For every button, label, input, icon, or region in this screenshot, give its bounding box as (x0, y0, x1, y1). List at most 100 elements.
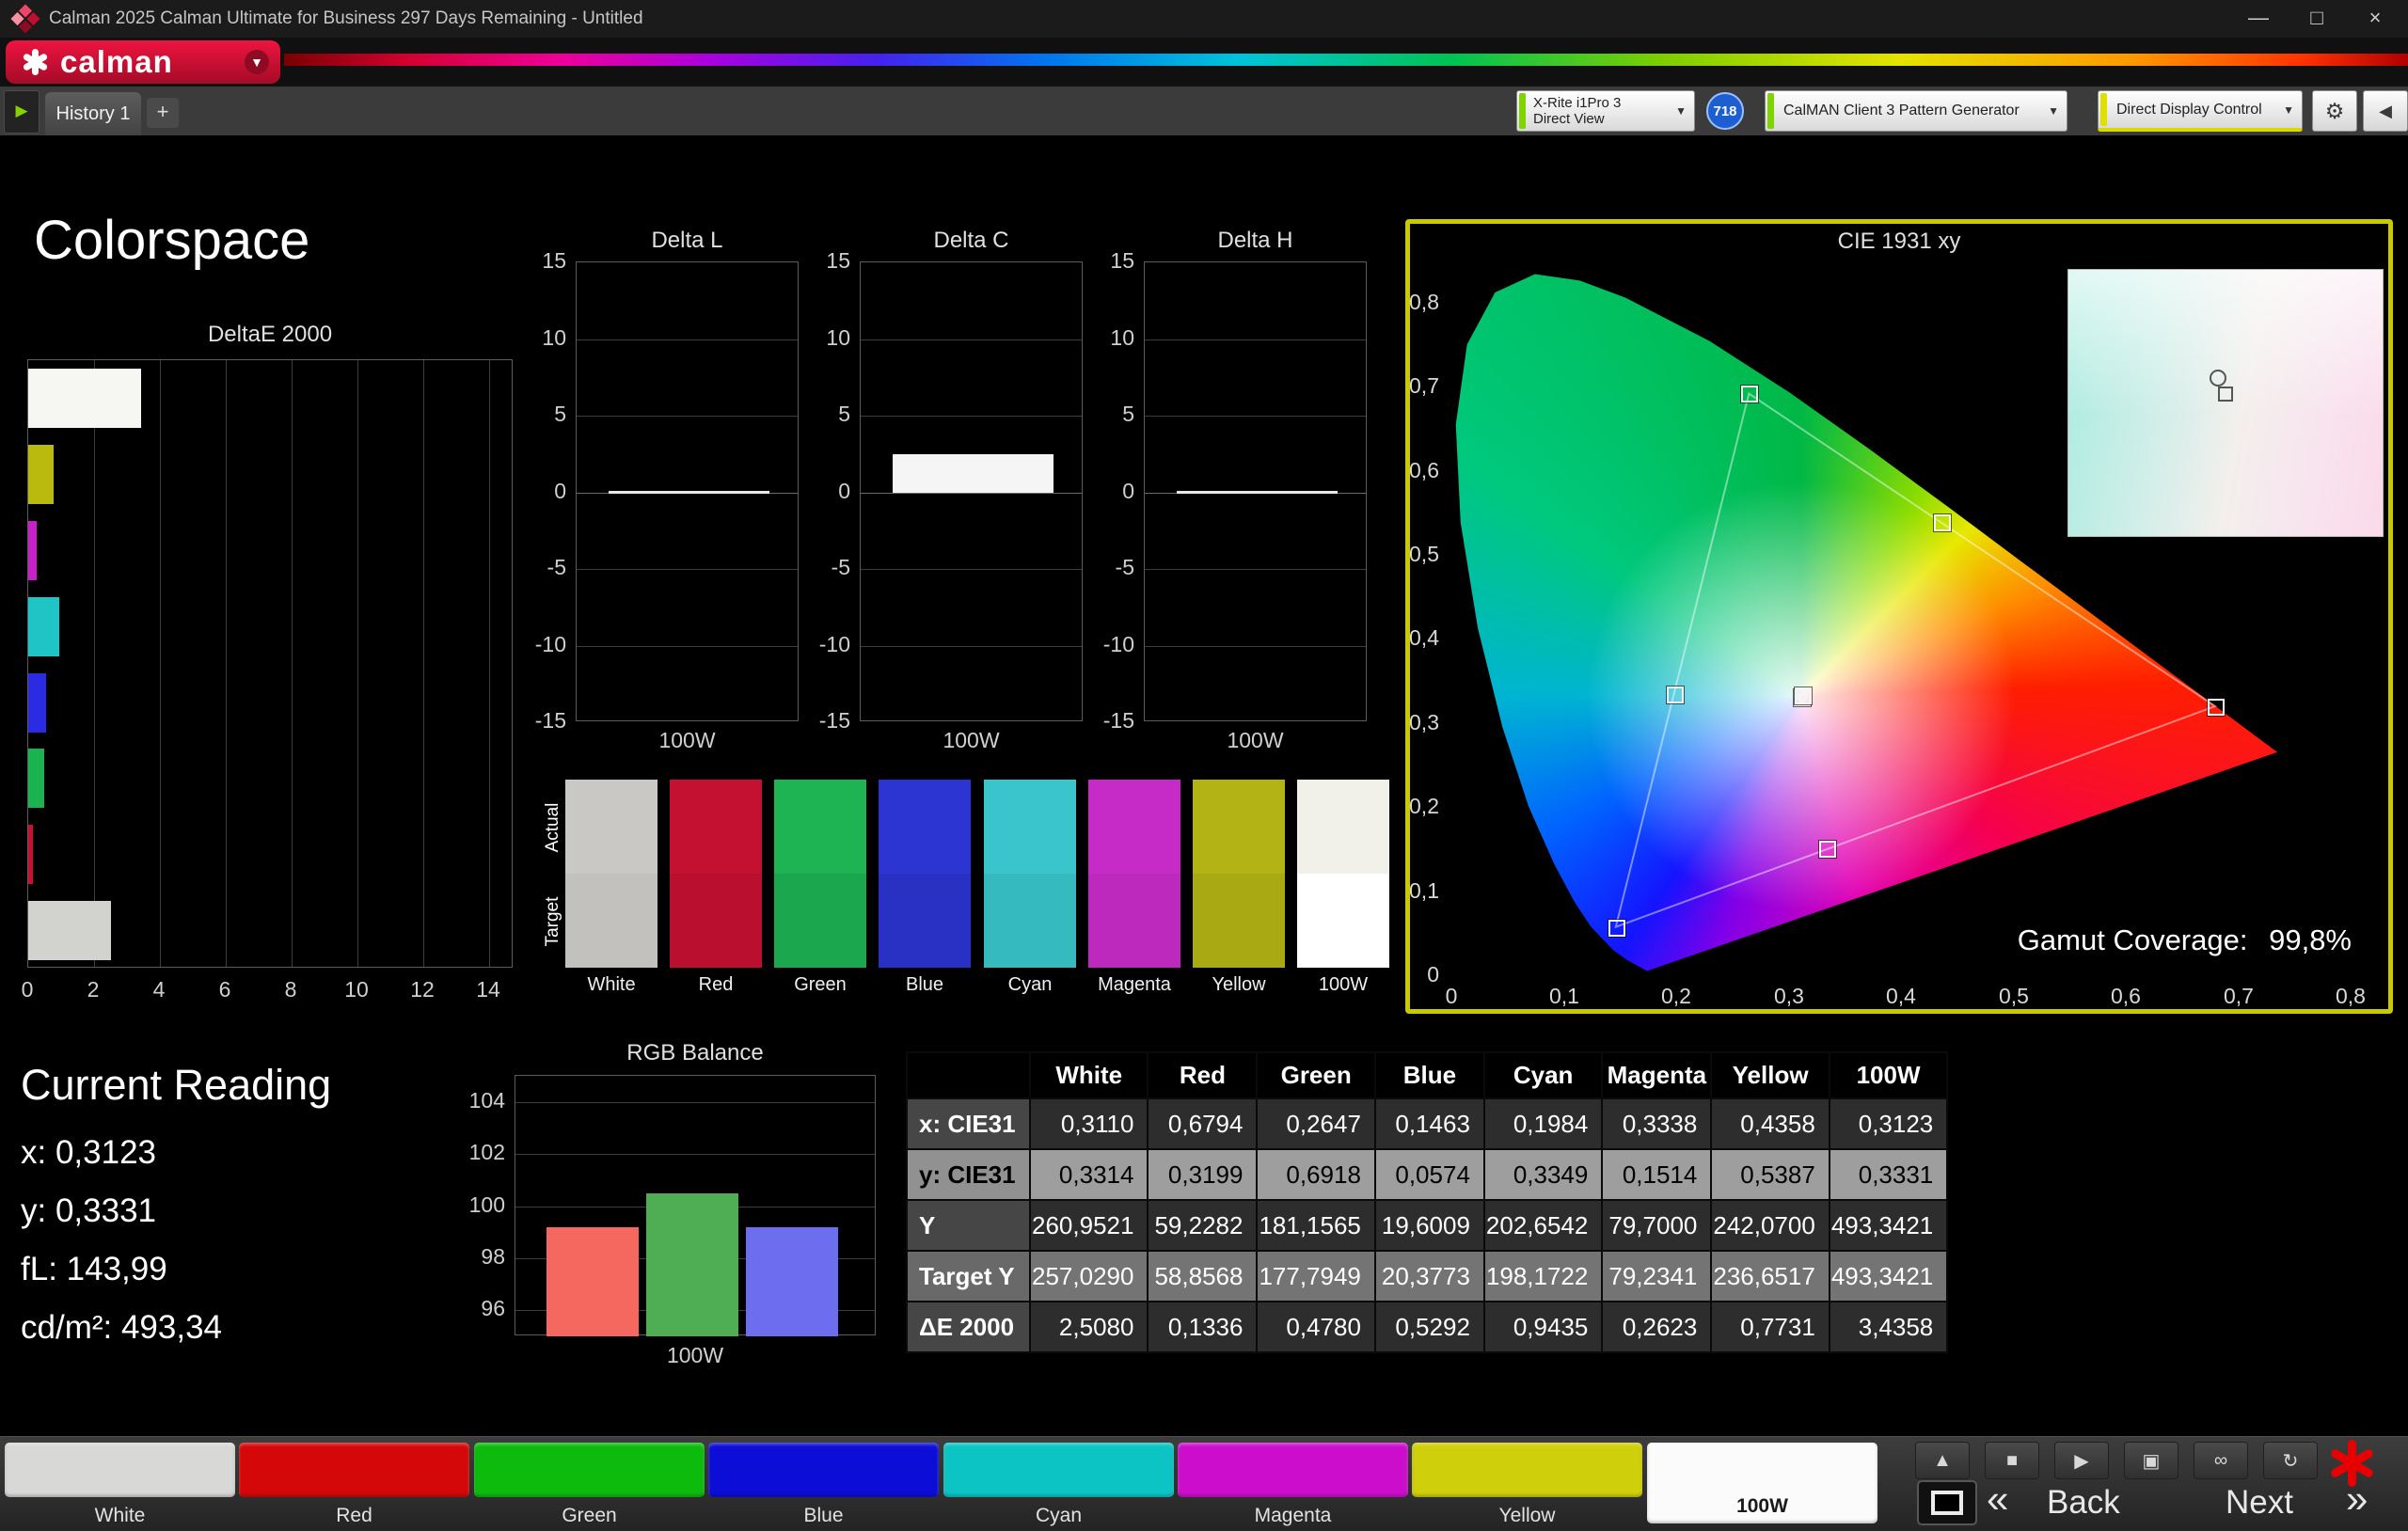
x-tick-label: 0 (7, 977, 48, 1002)
cell: 0,3199 (1148, 1149, 1257, 1200)
cell: 79,2341 (1602, 1251, 1711, 1302)
x-tick-label: 4 (138, 977, 180, 1002)
minimize-button[interactable]: — (2229, 0, 2288, 38)
back-button[interactable]: Back (2047, 1484, 2120, 1522)
table-row[interactable]: Target Y257,029058,8568177,794920,377319… (907, 1251, 1947, 1302)
swatch-label: Green (774, 974, 866, 996)
pattern-window-button[interactable] (1917, 1480, 1977, 1525)
chevron-down-icon[interactable]: ▼ (245, 50, 269, 74)
next-button[interactable]: Next (2226, 1484, 2293, 1522)
row-label: y: CIE31 (907, 1149, 1030, 1200)
x-tick-label: 8 (270, 977, 311, 1002)
link-icon: ∞ (2194, 1443, 2247, 1478)
cell: 0,1336 (1148, 1302, 1257, 1352)
patch-label: White (5, 1505, 235, 1527)
meter-profile-badge[interactable]: 718 (1706, 92, 1744, 130)
meter-dropdown[interactable]: X-Rite i1Pro 3 Direct View ▼ (1516, 90, 1695, 132)
bar-white (28, 901, 111, 960)
close-button[interactable]: × (2346, 0, 2404, 38)
gamut-triangle (1451, 269, 2373, 975)
patch-magenta-button[interactable]: Magenta (1178, 1443, 1408, 1529)
patch-label: Blue (708, 1505, 939, 1527)
refresh-button[interactable]: ↻ (2263, 1442, 2318, 1479)
cell: 257,0290 (1030, 1251, 1148, 1302)
collapse-panel-button[interactable]: ◀ (2363, 90, 2408, 132)
add-tab-button[interactable]: + (147, 98, 179, 128)
gridline (94, 360, 95, 967)
y-tick-label: 0 (1065, 479, 1134, 504)
bar-blue (28, 673, 46, 733)
settings-button[interactable]: ⚙ (2312, 90, 2357, 132)
cell: 202,6542 (1484, 1200, 1602, 1251)
link-button[interactable]: ∞ (2194, 1442, 2248, 1479)
display-control-dropdown[interactable]: Direct Display Control ▼ (2098, 90, 2303, 132)
notes-icon[interactable] (2325, 1437, 2378, 1490)
patch-red-button[interactable]: Red (239, 1443, 469, 1529)
table-row[interactable]: x: CIE310,31100,67940,26470,14630,19840,… (907, 1098, 1947, 1149)
x-tick-label: 0,8 (2313, 984, 2388, 1009)
cie-chart-title: CIE 1931 xy (1405, 229, 2393, 255)
patch-white-button[interactable]: White (5, 1443, 235, 1529)
patch-yellow-button[interactable]: Yellow (1412, 1443, 1642, 1529)
back-chevrons[interactable]: « (1987, 1476, 2008, 1522)
cell: 0,3331 (1830, 1149, 1947, 1200)
patch-100w-button[interactable]: 100W (1647, 1443, 1877, 1529)
current-reading-x: x: 0,3123 (21, 1134, 156, 1172)
stop-button[interactable]: ■ (1985, 1442, 2039, 1479)
cell: 260,9521 (1030, 1200, 1148, 1251)
patch-swatch (943, 1443, 1174, 1497)
patch-swatch (5, 1443, 235, 1497)
scroll-tabs-button[interactable]: ▶ (4, 90, 40, 134)
patch-blue-button[interactable]: Blue (708, 1443, 939, 1529)
marker-green (1741, 386, 1758, 402)
swatch-actual-100w (1297, 780, 1389, 874)
patch-label: Red (239, 1505, 469, 1527)
swatch-actual-red (670, 780, 762, 874)
x-tick-label: 10 (336, 977, 377, 1002)
cell: 0,3338 (1602, 1098, 1711, 1149)
gridline (861, 646, 1082, 647)
y-tick-label: 0,6 (1360, 458, 1439, 483)
cell: 59,2282 (1148, 1200, 1257, 1251)
y-tick-label: 0 (781, 479, 850, 504)
page-title: Colorspace (34, 209, 309, 272)
rgb-balance-chart-plot (515, 1075, 876, 1335)
patch-green-button[interactable]: Green (474, 1443, 705, 1529)
cell: 0,1463 (1375, 1098, 1484, 1149)
patch-swatch (708, 1443, 939, 1497)
tab-history-1[interactable]: History 1 (45, 92, 141, 135)
table-row[interactable]: y: CIE310,33140,31990,69180,05740,33490,… (907, 1149, 1947, 1200)
bar-100w (893, 454, 1054, 493)
cell: 0,3349 (1484, 1149, 1602, 1200)
cell: 0,5387 (1711, 1149, 1829, 1200)
x-tick-label: 0 (1414, 984, 1489, 1009)
deltae-chart-plot (27, 359, 513, 968)
delta_h-chart-plot (1144, 261, 1367, 721)
y-tick-label: -10 (781, 632, 850, 657)
pattern-generator-dropdown[interactable]: CalMAN Client 3 Pattern Generator ▼ (1765, 90, 2067, 132)
raise-button[interactable]: ▲ (1915, 1442, 1970, 1479)
play-button[interactable]: ▶ (2054, 1442, 2109, 1479)
patch-cyan-button[interactable]: Cyan (943, 1443, 1174, 1529)
y-tick-label: 10 (497, 325, 566, 351)
gridline (577, 339, 798, 340)
cell: 0,2623 (1602, 1302, 1711, 1352)
gridline (861, 493, 1082, 494)
patch-swatch (474, 1443, 705, 1497)
y-tick-label: 96 (437, 1296, 505, 1321)
delta_l-chart-plot (576, 261, 799, 721)
swatch-target-magenta (1088, 874, 1180, 968)
gridline (515, 1154, 875, 1155)
delta-c-chart-title: Delta C (860, 228, 1083, 254)
table-row[interactable]: ΔE 20002,50800,13360,47800,52920,94350,2… (907, 1302, 1947, 1352)
bar-yellow (28, 445, 54, 504)
calman-menu-button[interactable]: calman ▼ (6, 40, 280, 84)
maximize-button[interactable]: □ (2288, 0, 2346, 38)
x-tick-label: 6 (204, 977, 246, 1002)
table-row[interactable]: Y260,952159,2282181,156519,6009202,65427… (907, 1200, 1947, 1251)
x-tick-label: 2 (72, 977, 114, 1002)
y-tick-label: 5 (781, 402, 850, 427)
swatch-actual-green (774, 780, 866, 874)
gridline (861, 416, 1082, 417)
save-button[interactable]: ▣ (2124, 1442, 2178, 1479)
